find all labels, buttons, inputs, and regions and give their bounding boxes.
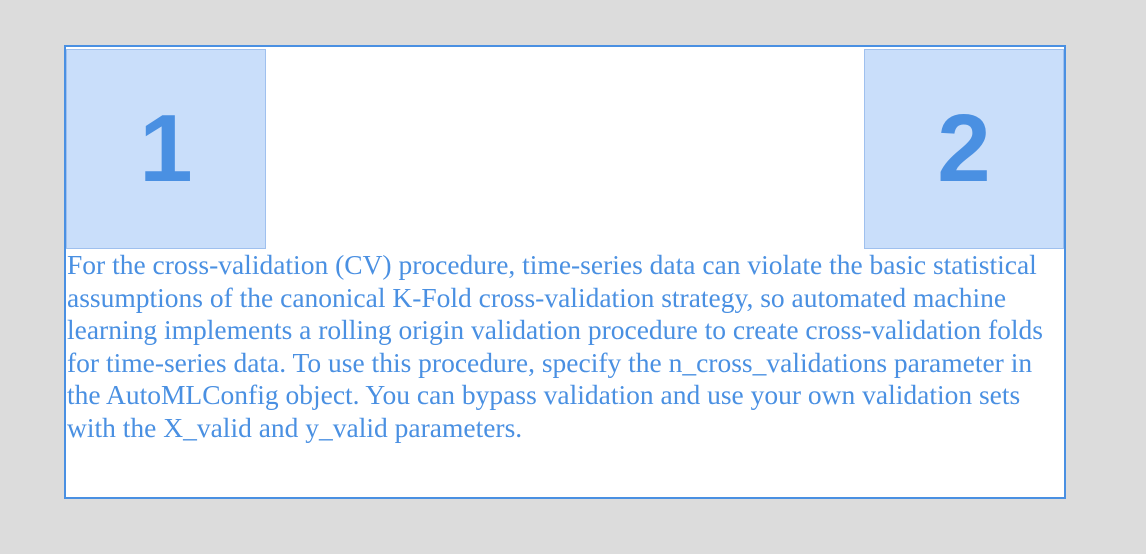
box-1: 1 bbox=[66, 49, 266, 249]
box-2: 2 bbox=[864, 49, 1064, 249]
box-2-label: 2 bbox=[937, 95, 991, 202]
content-frame: 1 2 For the cross-validation (CV) proced… bbox=[64, 45, 1066, 499]
box-1-label: 1 bbox=[139, 95, 193, 202]
description-paragraph: For the cross-validation (CV) procedure,… bbox=[67, 249, 1043, 443]
